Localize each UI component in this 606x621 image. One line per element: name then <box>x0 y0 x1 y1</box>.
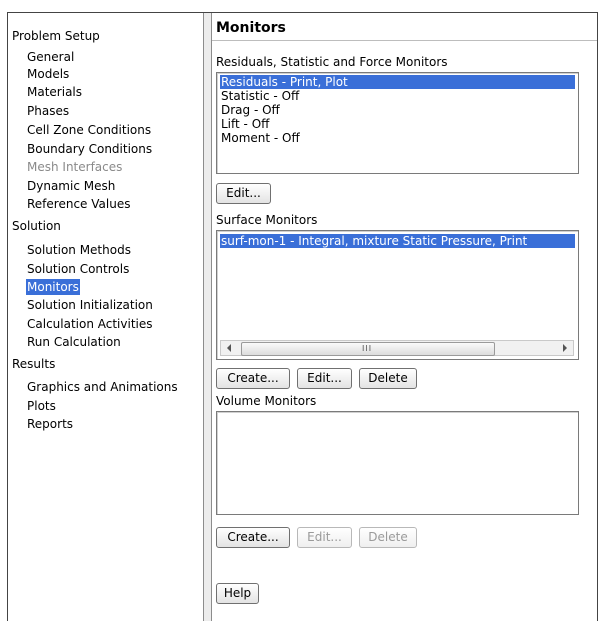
list-item-statistic[interactable]: Statistic - Off <box>220 89 575 103</box>
title-divider <box>212 40 597 41</box>
tree-item-dynamic-mesh[interactable]: Dynamic Mesh <box>26 178 116 194</box>
surface-create-button[interactable]: Create... <box>216 368 290 389</box>
list-item-residuals[interactable]: Residuals - Print, Plot <box>220 75 575 89</box>
tree-item-phases[interactable]: Phases <box>26 103 70 119</box>
tree-item-mesh-interfaces: Mesh Interfaces <box>27 160 123 174</box>
surface-edit-button[interactable]: Edit... <box>297 368 352 389</box>
scroll-left-arrow-icon[interactable] <box>227 344 231 352</box>
scroll-thumb[interactable]: III <box>241 342 495 356</box>
tree-item-cell-zone-conditions[interactable]: Cell Zone Conditions <box>26 122 152 138</box>
volume-create-button[interactable]: Create... <box>216 527 290 548</box>
volume-edit-button: Edit... <box>297 527 352 548</box>
scroll-right-arrow-icon[interactable] <box>563 344 567 352</box>
volume-delete-button: Delete <box>359 527 417 548</box>
tree-category-problem-setup[interactable]: Problem Setup <box>12 28 100 44</box>
page-title: Monitors <box>216 20 286 36</box>
tree-category-solution[interactable]: Solution <box>12 218 61 234</box>
tree-item-boundary-conditions[interactable]: Boundary Conditions <box>26 141 153 157</box>
surface-delete-button[interactable]: Delete <box>359 368 417 389</box>
tree-item-plots[interactable]: Plots <box>26 398 57 414</box>
monitors-task-page: Problem Setup General Models Materials P… <box>7 12 598 621</box>
surface-monitor-list[interactable]: surf-mon-1 - Integral, mixture Static Pr… <box>216 230 579 360</box>
list-item-lift[interactable]: Lift - Off <box>220 117 575 131</box>
scroll-grip-icon: III <box>362 344 373 353</box>
tree-item-solution-methods[interactable]: Solution Methods <box>26 242 132 258</box>
tree-item-graphics-and-animations[interactable]: Graphics and Animations <box>26 379 179 395</box>
tree-item-run-calculation[interactable]: Run Calculation <box>26 334 122 350</box>
surface-monitors-label: Surface Monitors <box>216 213 318 227</box>
tree-item-reference-values[interactable]: Reference Values <box>26 196 131 212</box>
tree-item-solution-controls[interactable]: Solution Controls <box>26 261 130 277</box>
tree-item-solution-initialization[interactable]: Solution Initialization <box>26 297 154 313</box>
tree-item-calculation-activities[interactable]: Calculation Activities <box>26 316 154 332</box>
tree-item-reports[interactable]: Reports <box>26 416 74 432</box>
list-item-moment[interactable]: Moment - Off <box>220 131 575 145</box>
help-button[interactable]: Help <box>216 583 259 604</box>
tree-category-results[interactable]: Results <box>12 356 55 372</box>
tree-item-monitors[interactable]: Monitors <box>26 279 80 295</box>
residuals-edit-button[interactable]: Edit... <box>216 183 271 204</box>
residuals-section-label: Residuals, Statistic and Force Monitors <box>216 55 448 69</box>
surface-list-horizontal-scrollbar[interactable]: III <box>220 340 574 356</box>
navigation-tree: Problem Setup General Models Materials P… <box>8 13 203 621</box>
volume-monitor-list[interactable] <box>216 411 579 515</box>
list-item-surf-mon-1[interactable]: surf-mon-1 - Integral, mixture Static Pr… <box>220 234 575 248</box>
list-item-drag[interactable]: Drag - Off <box>220 103 575 117</box>
monitors-panel: Monitors Residuals, Statistic and Force … <box>211 13 597 621</box>
tree-item-general[interactable]: General <box>26 49 75 65</box>
volume-monitors-label: Volume Monitors <box>216 394 317 408</box>
tree-item-materials[interactable]: Materials <box>26 84 83 100</box>
tree-item-models[interactable]: Models <box>26 66 70 82</box>
residuals-monitor-list[interactable]: Residuals - Print, Plot Statistic - Off … <box>216 72 579 174</box>
